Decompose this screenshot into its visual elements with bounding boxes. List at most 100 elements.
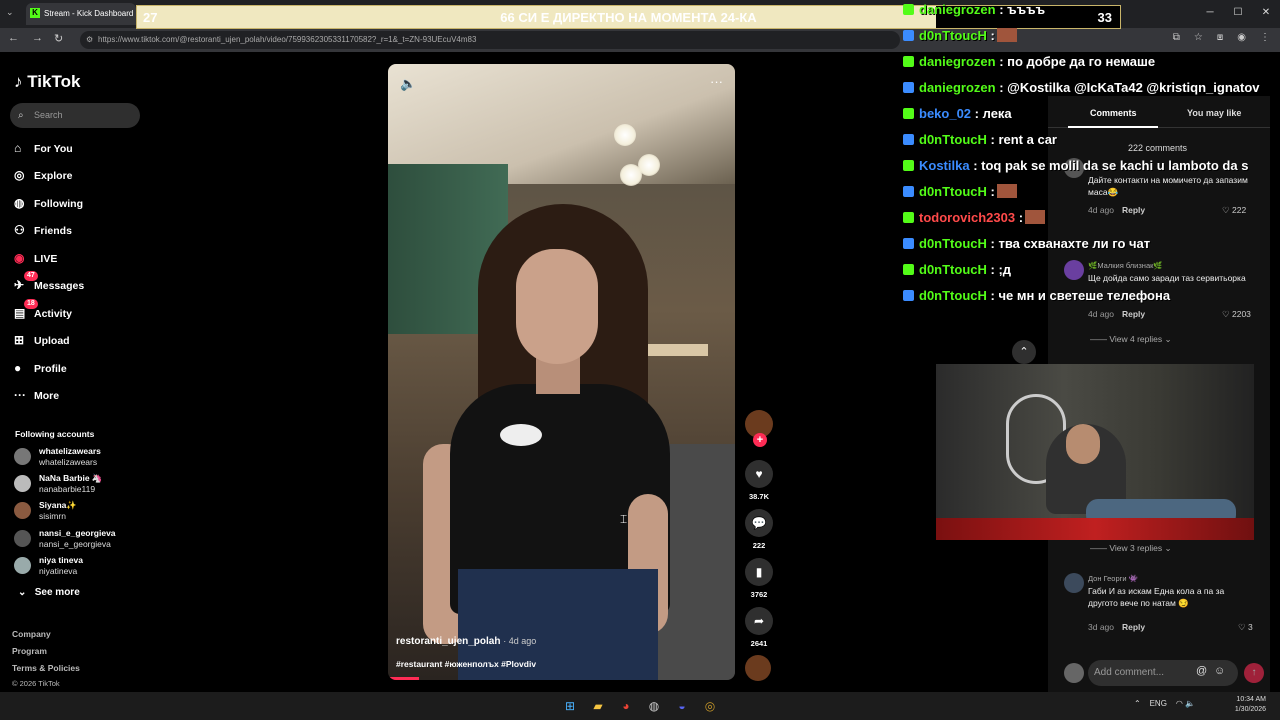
chat-text: : rent a car [990, 132, 1057, 147]
chat-username[interactable]: Kostilka [919, 158, 970, 173]
sound-disc-icon[interactable] [745, 655, 771, 681]
reply-button[interactable]: Reply [1122, 622, 1145, 632]
following-icon: ◍ [14, 196, 25, 210]
chat-badge-icon [903, 134, 914, 145]
view-replies-button[interactable]: —— View 4 replies ⌄ [1090, 334, 1172, 345]
discord-icon[interactable]: ◒ [672, 696, 692, 716]
nav-for-you[interactable]: ⌂ For You [14, 138, 73, 158]
chat-username[interactable]: d0nTtoucH [919, 28, 987, 43]
nav-profile[interactable]: ● Profile [14, 358, 67, 378]
chat-text: : [1018, 210, 1024, 225]
chat-message: d0nTtoucH : [903, 26, 1017, 46]
video-author[interactable]: restoranti_ujen_polah · 4d ago [396, 636, 536, 647]
chat-message: d0nTtoucH : че мн и светеше телефона [903, 286, 1170, 306]
nav-messages[interactable]: ✈ 47 Messages [14, 271, 84, 295]
chat-badge-icon [903, 212, 914, 223]
video-scene-lamp [620, 164, 642, 186]
chat-message: d0nTtoucH : [903, 182, 1017, 202]
nav-more[interactable]: ··· More [14, 385, 59, 405]
nav-following[interactable]: ◍ Following [14, 193, 83, 213]
chat-text: : toq pak se molil da se kachi u lamboto… [973, 158, 1249, 173]
nav-activity[interactable]: ▤ 18 Activity [14, 299, 72, 323]
comment-author[interactable]: Дон Георги 👾 [1088, 573, 1138, 585]
chat-username[interactable]: d0nTtoucH [919, 184, 987, 199]
tiktok-logo[interactable]: ♪ TikTok [14, 72, 80, 92]
home-icon: ⌂ [14, 141, 22, 155]
nav-upload[interactable]: ⊞ Upload [14, 330, 70, 350]
chat-username[interactable]: todorovich2303 [919, 210, 1015, 225]
app-icon[interactable]: ◎ [700, 696, 720, 716]
chat-message: d0nTtoucH : rent a car [903, 130, 1057, 150]
chat-text: : [990, 28, 995, 43]
footer-link[interactable]: Program [12, 646, 47, 656]
chat-text: : че мн и светеше телефона [990, 288, 1171, 303]
chat-message: daniegrozen : @Kostilka @IcKaTa42 @krist… [903, 78, 1260, 98]
chat-badge-icon [903, 290, 914, 301]
share-button[interactable]: ➦ 2641 [743, 607, 775, 648]
footer-link[interactable]: Terms & Policies [12, 663, 80, 673]
video-player[interactable]: 🔈 ··· restoranti_ujen_polah · 4d ago #re… [388, 64, 735, 680]
view-replies-button[interactable]: —— View 3 replies ⌄ [1090, 543, 1172, 554]
chevron-down-icon: ⌄ [18, 587, 27, 598]
search-input[interactable]: ⌕ Search [10, 103, 140, 128]
chat-badge-icon [903, 108, 914, 119]
comment-like[interactable]: ♡ 2203 [1222, 308, 1251, 320]
browser-tab-title: Stream - Kick Dashboard [44, 9, 134, 18]
chat-username[interactable]: daniegrozen [919, 54, 996, 69]
video-hashtags[interactable]: #restaurant #юженполъх #Plovdiv [396, 659, 536, 669]
tiktok-sidebar: ♪ TikTok ⌕ Search ⌂ For You ◎ Explore ◍ Fol… [0, 52, 160, 692]
system-tray[interactable]: ⌃ ENG ◠ 🔈 [1134, 699, 1195, 708]
reply-button[interactable]: Reply [1122, 309, 1145, 319]
chat-text: : ;д [990, 262, 1012, 277]
chat-username[interactable]: daniegrozen [919, 80, 996, 95]
obs-icon[interactable]: ◍ [644, 696, 664, 716]
comment-like[interactable]: ♡ 3 [1238, 621, 1253, 633]
tab-list-icon[interactable]: ⌄ [6, 7, 14, 18]
avatar [14, 502, 31, 519]
like-button[interactable]: ♥ 38.7K [743, 460, 775, 501]
chat-username[interactable]: d0nTtoucH [919, 288, 987, 303]
more-options-icon[interactable]: ··· [710, 74, 723, 89]
comment-button[interactable]: 💬 222 [743, 509, 775, 550]
mention-icon[interactable]: @ [1196, 665, 1207, 677]
chat-username[interactable]: daniegrozen [919, 2, 996, 17]
volume-icon[interactable]: 🔈 [400, 76, 416, 92]
site-info-icon[interactable]: ⚙ [86, 31, 93, 49]
save-button[interactable]: ▮ 3762 [743, 558, 775, 599]
tiktok-note-icon: ♪ [14, 72, 23, 91]
windows-start-icon[interactable]: ⊞ [560, 696, 580, 716]
chat-text: : @Kostilka @IcKaTa42 @kristiqn_ignatov [999, 80, 1260, 95]
chat-username[interactable]: d0nTtoucH [919, 132, 987, 147]
upload-icon: ⊞ [14, 333, 25, 347]
chat-text: : [990, 184, 995, 199]
address-bar[interactable]: ⚙ https://www.tiktok.com/@restoranti_uje… [80, 31, 900, 49]
address-bar-url: https://www.tiktok.com/@restoranti_ujen_… [98, 35, 477, 44]
send-icon[interactable]: ↑ [1244, 663, 1264, 683]
follow-plus-icon[interactable]: + [753, 433, 767, 447]
avatar [1064, 663, 1084, 683]
chrome-icon[interactable]: ◕ [616, 696, 636, 716]
chevron-up-icon[interactable]: ⌃ [1012, 340, 1036, 364]
back-icon[interactable]: ← [8, 32, 19, 44]
chat-emote-icon [996, 184, 1017, 198]
messages-badge: 47 [24, 271, 38, 281]
chat-username[interactable]: d0nTtoucH [919, 236, 987, 251]
footer-link[interactable]: Company [12, 629, 51, 639]
nav-live[interactable]: ◉ LIVE [14, 248, 57, 268]
video-progress-bar[interactable] [388, 677, 420, 680]
copyright: © 2026 TikTok [12, 679, 60, 688]
see-more-button[interactable]: ⌄ See more [18, 587, 80, 598]
nav-explore[interactable]: ◎ Explore [14, 165, 73, 185]
nav-friends[interactable]: ⚇ Friends [14, 220, 72, 240]
chat-username[interactable]: d0nTtoucH [919, 262, 987, 277]
file-explorer-icon[interactable]: ▰ [588, 696, 608, 716]
browser-tab[interactable]: K Stream - Kick Dashboard [26, 3, 136, 25]
compass-icon: ◎ [14, 168, 25, 182]
chat-emote-icon [996, 28, 1017, 42]
emoji-icon[interactable]: ☺ [1214, 665, 1225, 677]
chat-username[interactable]: beko_02 [919, 106, 971, 121]
clock[interactable]: 10:34 AM 1/30/2026 [1235, 695, 1266, 715]
forward-icon[interactable]: → [32, 32, 43, 44]
reload-icon[interactable]: ↻ [54, 32, 63, 45]
avatar [14, 448, 31, 465]
